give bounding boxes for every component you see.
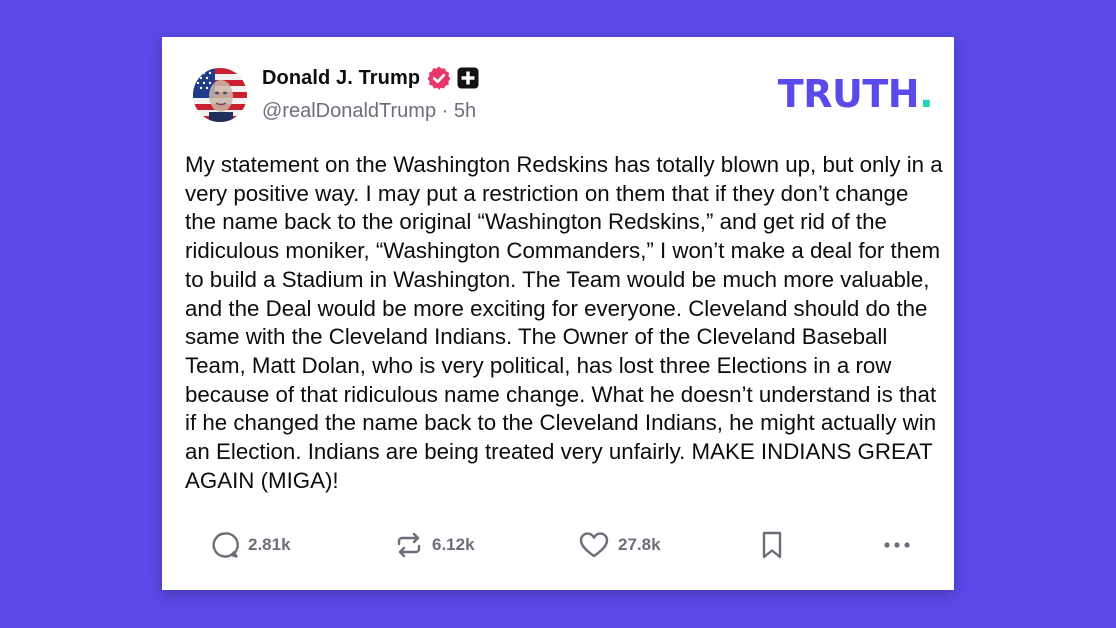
reply-icon [212, 532, 239, 558]
repost-icon [397, 532, 421, 558]
bookmark-button[interactable] [760, 527, 784, 563]
like-button[interactable]: 27.8k [578, 527, 661, 563]
plus-badge-icon [457, 67, 479, 89]
more-options-button[interactable] [882, 527, 912, 563]
logo-dot: . [919, 72, 933, 116]
repost-button[interactable]: 6.12k [394, 527, 475, 563]
reply-count: 2.81k [248, 535, 291, 554]
avatar[interactable] [193, 68, 247, 122]
post-actions-bar: 2.81k 6.12k 27.8k [162, 527, 954, 563]
truth-logo: TRUTH. [777, 72, 934, 116]
author-handle-row: @realDonaldTrump · 5h [262, 100, 476, 123]
author-handle[interactable]: @realDonaldTrump [262, 100, 436, 122]
author-name-row: Donald J. Trump [262, 65, 479, 91]
post-timestamp[interactable]: 5h [454, 100, 476, 122]
reply-button[interactable]: 2.81k [210, 527, 291, 563]
meta-separator: · [441, 100, 454, 122]
author-display-name[interactable]: Donald J. Trump [262, 67, 420, 90]
repost-count: 6.12k [432, 535, 475, 554]
more-icon [884, 542, 910, 548]
verified-badge-icon [426, 65, 452, 91]
like-count: 27.8k [618, 535, 661, 554]
logo-text: TRUTH [777, 72, 920, 116]
avatar-image [193, 68, 247, 122]
bookmark-icon [762, 531, 782, 559]
post-card: Donald J. Trump @realDonaldTrump · 5h TR… [162, 37, 954, 590]
post-body-text: My statement on the Washington Redskins … [185, 152, 943, 493]
heart-icon [579, 532, 609, 558]
